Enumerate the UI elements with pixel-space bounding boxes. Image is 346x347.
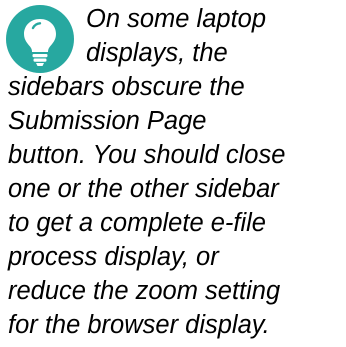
tip-line: Submission Page [8, 107, 207, 135]
tip-line: for the browser display. [8, 311, 270, 339]
tip-line: to get a complete e-file [8, 209, 266, 237]
tip-callout: On some laptop displays, the sidebars ob… [0, 0, 346, 347]
tip-line: reduce the zoom setting [8, 277, 281, 305]
tip-text: On some laptop displays, the sidebars ob… [8, 2, 344, 342]
tip-line: one or the other sidebar [8, 175, 279, 203]
tip-line: sidebars obscure the [8, 73, 245, 101]
tip-line: process display, or [8, 243, 219, 271]
tip-line: button. You should close [8, 141, 286, 169]
